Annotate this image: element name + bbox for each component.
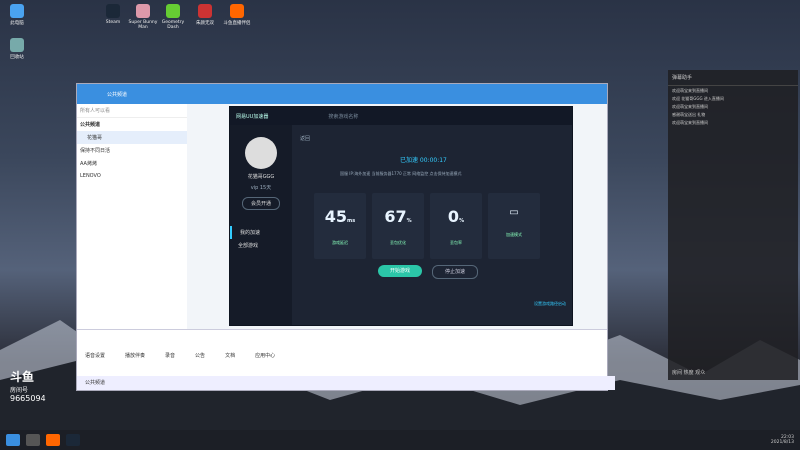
toolbar-item[interactable]: 应用中心	[255, 352, 275, 359]
douyu-companion-icon[interactable]: 斗鱼直播伴侣	[222, 4, 252, 26]
toolbar-item[interactable]: 语音设置	[85, 352, 105, 359]
computer-icon[interactable]: 此电脑	[2, 4, 32, 26]
channel-group[interactable]: 公共频道	[77, 118, 187, 131]
game-icon[interactable]: 朱颜无双	[190, 4, 220, 26]
taskbar-item[interactable]	[66, 434, 80, 446]
taskbar: 22:03 2021/8/13	[0, 430, 800, 450]
chat-line: 欢迎萌宝来到直播间	[672, 120, 708, 125]
start-button[interactable]	[6, 434, 20, 446]
chat-tab[interactable]: 公共频道	[77, 376, 615, 390]
geometry-dash-icon[interactable]: Geometry Dash	[158, 4, 188, 30]
chat-line: 欢迎 花猫哥GGG 进入直播间	[672, 96, 724, 101]
toolbar-item[interactable]: 录音	[165, 352, 175, 359]
stat-card: 0% 丢包率	[430, 193, 482, 259]
booster-sidebar: 花猫哥GGG vip 15天 会员开通 我的加速 全部游戏	[230, 125, 292, 325]
booster-window[interactable]: 网易UU加速器 搜索游戏名称 花猫哥GGG vip 15天 会员开通 我的加速 …	[229, 106, 573, 326]
chat-line: 感谢萌宝送出 礼物	[672, 112, 706, 117]
toolbar-item[interactable]: 公告	[195, 352, 205, 359]
recycle-bin-icon[interactable]: 回收站	[2, 38, 32, 60]
toolbar-item[interactable]: 文档	[225, 352, 235, 359]
nav-all-games[interactable]: 全部游戏	[230, 239, 292, 252]
booster-titlebar: 网易UU加速器 搜索游戏名称	[230, 107, 572, 125]
monitor-icon: ▭	[509, 207, 519, 218]
list-item[interactable]: LENOVO	[77, 170, 187, 182]
channel-item[interactable]: 花猫哥	[77, 131, 187, 144]
taskbar-item[interactable]	[46, 434, 60, 446]
panel-header: 弹幕助手	[668, 70, 798, 86]
chat-input-area[interactable]: 语音设置 播放伴奏 录音 公告 文档 应用中心 公共频道	[77, 329, 615, 390]
list-item[interactable]: 保持不同日活	[77, 144, 187, 157]
stat-card: ▭ 加速模式	[488, 193, 540, 259]
booster-title: 网易UU加速器	[236, 113, 269, 120]
chat-search[interactable]: 所有人可以看	[77, 104, 187, 118]
toolbar-item[interactable]: 播放伴奏	[125, 352, 145, 359]
username: 花猫哥GGG	[247, 174, 275, 180]
back-link[interactable]: 返回	[300, 135, 310, 142]
route-info: 国服 IP:海外加速 当前服务器1770 正常 网络监控 点击保持加速模式	[340, 171, 462, 176]
nav-my-boost[interactable]: 我的加速	[230, 226, 292, 239]
chat-line: 欢迎萌宝来到直播间	[672, 104, 708, 109]
room-label: 房间号	[10, 387, 29, 394]
start-game-button[interactable]: 开始游戏	[378, 265, 422, 277]
room-number: 9665094	[10, 394, 46, 403]
steam-icon[interactable]: Steam	[98, 4, 128, 25]
chat-line: 欢迎萌宝来到直播间	[672, 88, 708, 93]
super-bunny-man-icon[interactable]: Super Bunny Man	[128, 4, 158, 30]
booster-search-input[interactable]: 搜索游戏名称	[328, 113, 358, 120]
boost-status: 已加速 00:00:17	[400, 157, 447, 164]
list-item[interactable]: AA烤烤	[77, 157, 187, 170]
taskbar-item[interactable]	[26, 434, 40, 446]
vip-days: vip 15天	[250, 185, 272, 191]
douyu-logo: 斗鱼	[10, 370, 35, 384]
chat-title: 公共频道	[107, 91, 128, 98]
clock: 22:03 2021/8/13	[770, 435, 794, 445]
stat-card: 67% 丢包优化	[372, 193, 424, 259]
stat-card: 45ms 游戏延迟	[314, 193, 366, 259]
chat-titlebar: 公共频道	[77, 84, 607, 104]
footer-link[interactable]: 设置游戏路径启动	[534, 301, 566, 307]
avatar	[245, 137, 277, 169]
danmaku-panel: 弹幕助手 欢迎萌宝来到直播间 欢迎 花猫哥GGG 进入直播间 欢迎萌宝来到直播间…	[668, 70, 798, 380]
member-button[interactable]: 会员开通	[242, 197, 280, 210]
panel-footer: 房间 热度 观众	[672, 370, 706, 376]
douyu-watermark: 斗鱼 房间号 9665094	[10, 368, 46, 403]
chat-channel-list: 所有人可以看 公共频道 花猫哥 保持不同日活 AA烤烤 LENOVO	[77, 104, 187, 330]
stop-boost-button[interactable]: 停止加速	[432, 265, 478, 279]
